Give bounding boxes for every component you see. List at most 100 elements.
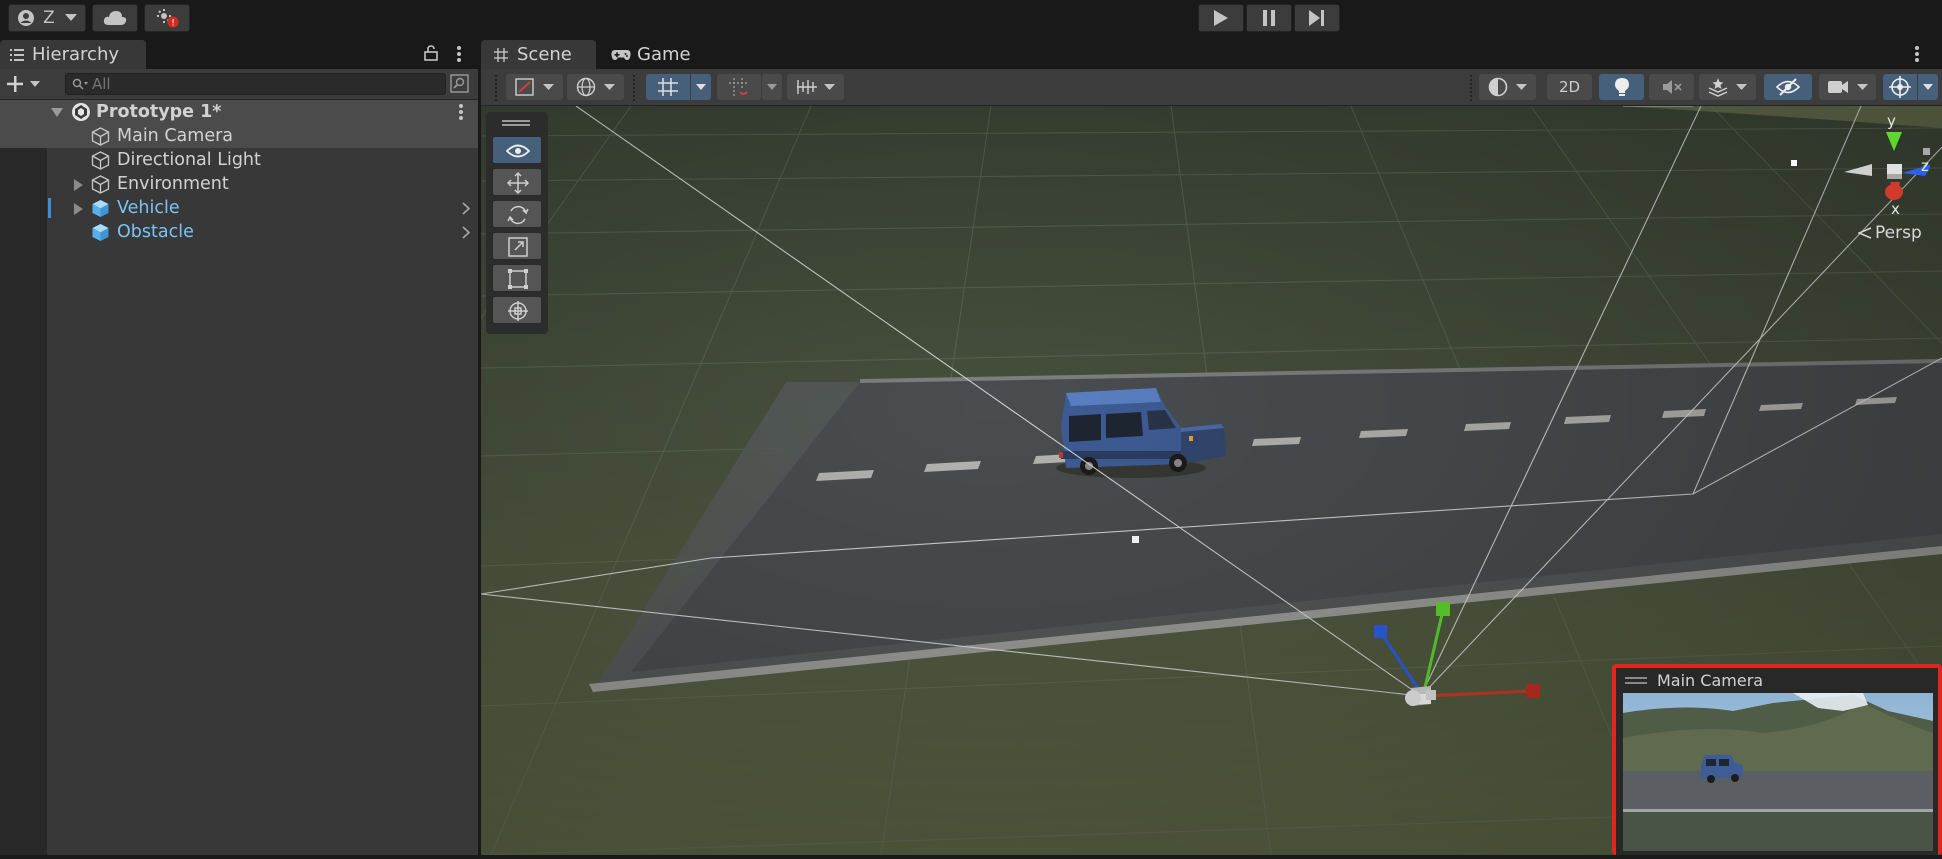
scene-toolbar: 2D (481, 69, 1942, 106)
mute-icon (1662, 80, 1682, 94)
cloud-button[interactable] (92, 4, 138, 32)
tools-overlay (486, 112, 548, 334)
scene-root-row[interactable]: Prototype 1* (0, 100, 478, 124)
camera-icon (1828, 81, 1848, 93)
account-icon (18, 10, 35, 26)
collab-icon: ! (157, 9, 179, 29)
audio-toggle[interactable] (1649, 74, 1694, 100)
increment-snapping-toggle[interactable] (717, 74, 761, 100)
gizmo-x-label: x (1891, 200, 1900, 218)
scene-viewport[interactable]: y z x Persp Main Camera (481, 106, 1942, 855)
move-tool-button[interactable] (492, 168, 542, 196)
hierarchy-item-vehicle[interactable]: Vehicle (0, 196, 478, 220)
gameobject-icon (91, 151, 110, 170)
effects-dropdown[interactable] (1699, 74, 1756, 100)
play-button[interactable] (1198, 4, 1244, 32)
camera-preview[interactable]: Main Camera (1612, 664, 1942, 855)
pause-icon (1263, 10, 1275, 26)
more-options-icon[interactable] (1914, 45, 1920, 63)
hierarchy-item-label: Vehicle (117, 198, 180, 218)
expand-arrow-icon[interactable] (74, 203, 83, 215)
hierarchy-item-obstacle[interactable]: Obstacle (0, 220, 478, 244)
chevron-down-icon (1736, 83, 1747, 90)
chevron-down-icon (767, 83, 777, 90)
rect-tool-button[interactable] (492, 264, 542, 292)
increment-snapping-dropdown[interactable] (762, 74, 782, 100)
perspective-icon (1858, 227, 1872, 239)
orientation-gizmo[interactable]: y z x Persp (1790, 112, 1930, 281)
gizmos-toggle[interactable] (1883, 74, 1917, 100)
create-dropdown[interactable] (6, 73, 50, 95)
scene-visibility-toggle[interactable] (1764, 74, 1812, 100)
hierarchy-item-main-camera[interactable]: Main Camera (0, 124, 478, 148)
orientation-icon (1488, 77, 1508, 97)
more-options-icon[interactable] (456, 45, 462, 63)
tab-game-label: Game (637, 44, 691, 65)
camera-preview-render (1623, 693, 1933, 851)
camera-preview-inner: Main Camera (1616, 668, 1938, 855)
grid-snap-icon (658, 78, 678, 96)
preview-grip[interactable] (1625, 677, 1647, 679)
effects-icon (1708, 78, 1728, 97)
step-icon (1309, 10, 1324, 26)
scale-icon (508, 237, 528, 257)
grid-icon (494, 47, 508, 62)
snap-settings-dropdown[interactable] (787, 74, 844, 100)
lightbulb-icon (1614, 78, 1629, 96)
tab-scene[interactable]: Scene (481, 40, 596, 69)
search-window-icon[interactable] (450, 74, 470, 94)
camera-settings-dropdown[interactable] (1819, 74, 1876, 100)
more-options-icon[interactable] (458, 103, 464, 121)
chevron-down-icon (824, 83, 835, 90)
pause-button[interactable] (1246, 4, 1292, 32)
rotate-tool-button[interactable] (492, 200, 542, 228)
transform-tool-button[interactable] (492, 296, 542, 324)
hierarchy-item-label: Environment (117, 174, 229, 194)
draw-mode-dropdown[interactable] (506, 74, 563, 100)
chevron-down-icon (543, 83, 554, 90)
prefab-icon (92, 224, 109, 241)
unity-scene-icon (72, 103, 90, 121)
overlay-grip[interactable] (502, 120, 530, 122)
scene-name: Prototype 1* (96, 102, 222, 122)
gizmos-dropdown[interactable] (1918, 74, 1938, 100)
scale-tool-button[interactable] (492, 232, 542, 260)
main-toolbar: Z ! (0, 0, 1942, 37)
search-input[interactable] (92, 74, 432, 94)
grid-snapping-toggle[interactable] (646, 74, 690, 100)
view-tool-button[interactable] (492, 136, 542, 164)
move-icon (506, 171, 530, 195)
toolbar-grip (1470, 75, 1475, 101)
hierarchy-item-environment[interactable]: Environment (0, 172, 478, 196)
step-button[interactable] (1294, 4, 1340, 32)
projection-label: Persp (1875, 223, 1922, 243)
collab-button[interactable]: ! (144, 4, 190, 32)
2d-mode-label: 2D (1558, 78, 1581, 96)
chevron-down-icon (64, 14, 77, 21)
2d-mode-button[interactable]: 2D (1547, 74, 1592, 100)
hierarchy-tab-label: Hierarchy (32, 44, 120, 65)
tab-hierarchy[interactable]: Hierarchy (0, 40, 146, 69)
plus-icon (7, 76, 23, 92)
tab-game[interactable]: Game (600, 40, 700, 69)
hierarchy-item-directional-light[interactable]: Directional Light (0, 148, 478, 172)
chevron-down-icon (1923, 83, 1933, 90)
chevron-right-icon[interactable] (462, 202, 470, 215)
orientation-dropdown[interactable] (1479, 74, 1536, 100)
shading-dropdown[interactable] (567, 74, 624, 100)
account-dropdown[interactable]: Z (8, 4, 86, 32)
lock-icon[interactable] (424, 45, 438, 61)
lighting-toggle[interactable] (1599, 74, 1644, 100)
rotate-icon (507, 205, 529, 225)
chevron-right-icon[interactable] (462, 226, 470, 239)
list-icon (10, 48, 24, 61)
chevron-down-icon (30, 80, 40, 87)
projection-toggle[interactable]: Persp (1858, 223, 1922, 243)
expand-arrow-icon[interactable] (74, 179, 83, 191)
gamepad-icon (611, 49, 631, 60)
hierarchy-search[interactable] (65, 73, 446, 95)
gameobject-icon (91, 127, 110, 146)
grid-snapping-dropdown[interactable] (691, 74, 711, 100)
cloud-icon (103, 11, 127, 25)
expand-arrow-icon[interactable] (51, 108, 63, 117)
